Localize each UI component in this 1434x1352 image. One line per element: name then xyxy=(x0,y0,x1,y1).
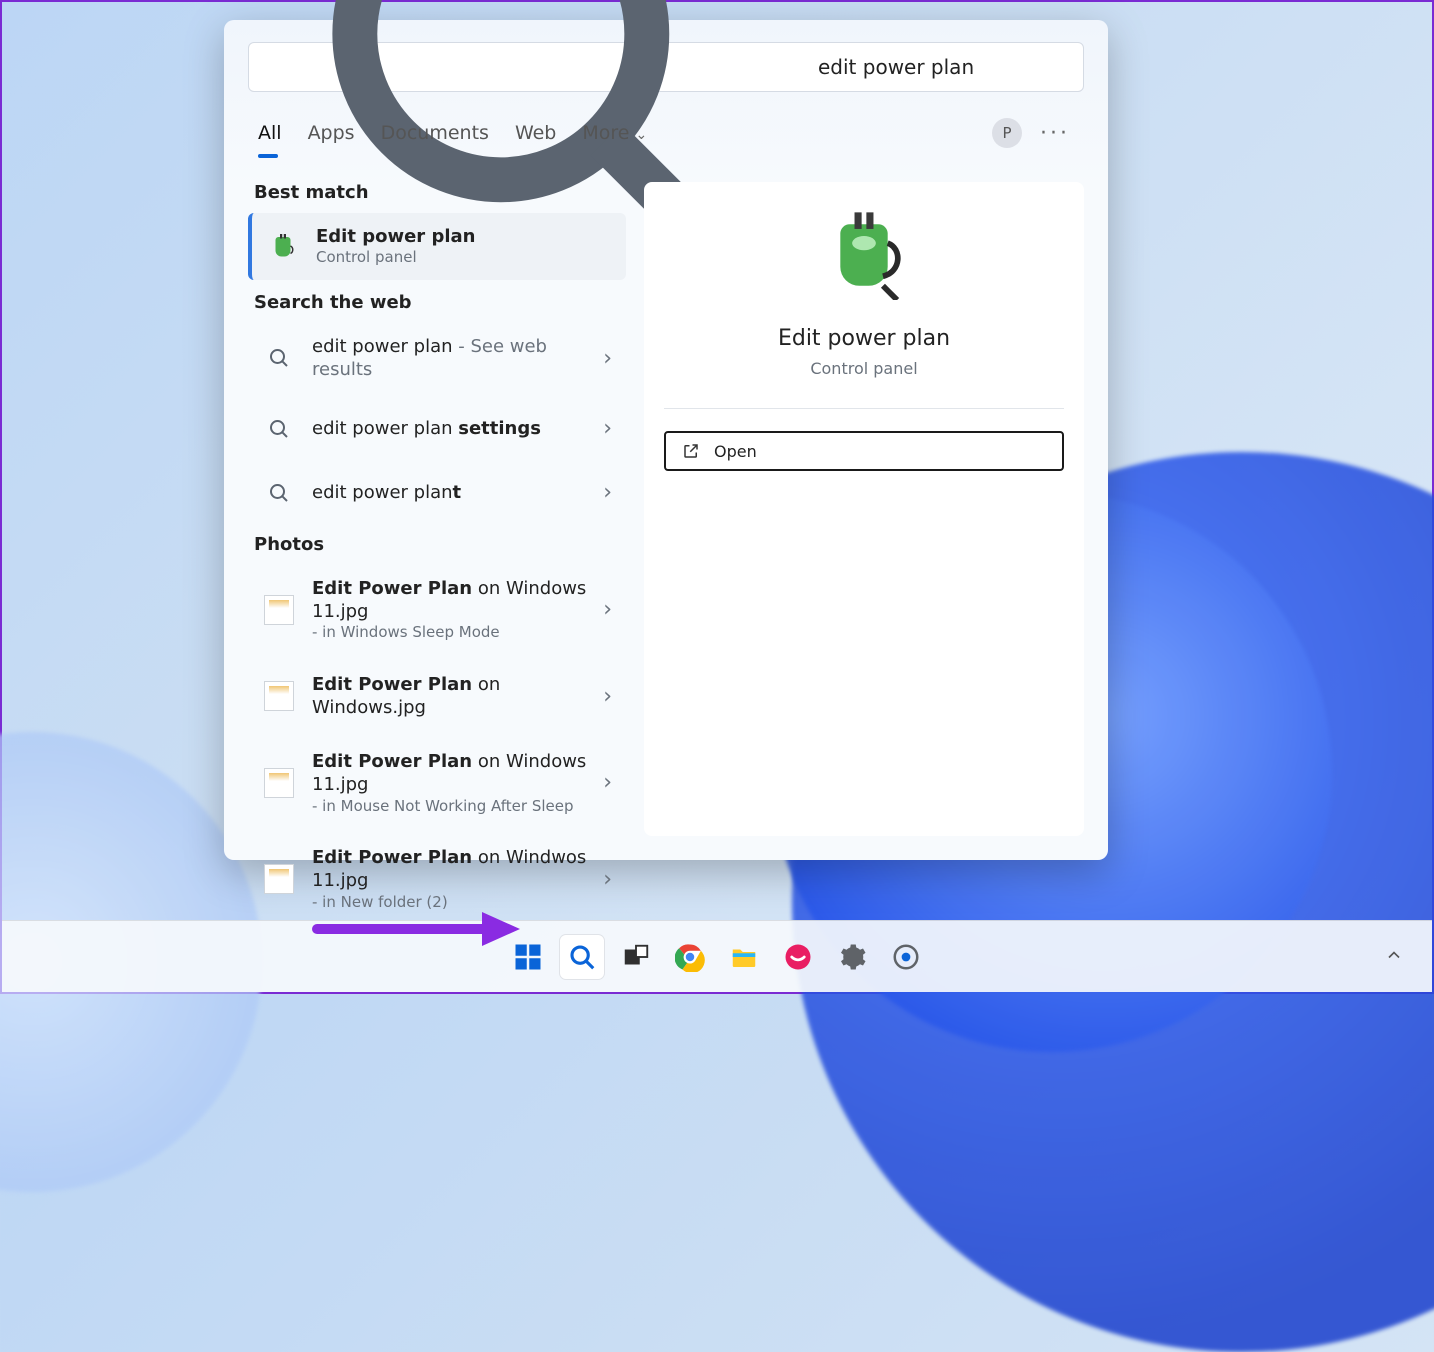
chevron-right-icon xyxy=(603,480,612,505)
tab-more-label: More xyxy=(582,122,629,144)
power-plan-icon xyxy=(266,229,300,263)
photo-result[interactable]: Edit Power Plan on Windows 11.jpg- in Mo… xyxy=(248,738,626,828)
divider xyxy=(664,408,1064,409)
open-button[interactable]: Open xyxy=(664,431,1064,471)
result-text: edit power plan xyxy=(312,418,458,439)
chevron-right-icon xyxy=(603,346,612,371)
result-text: edit power plan xyxy=(312,336,453,357)
photo-result[interactable]: Edit Power Plan on Windows 11.jpg- in Wi… xyxy=(248,565,626,655)
chevron-right-icon xyxy=(603,770,612,795)
chevron-down-icon: ⌄ xyxy=(636,127,648,143)
search-box[interactable] xyxy=(248,42,1084,92)
tab-documents[interactable]: Documents xyxy=(381,122,489,144)
taskbar xyxy=(2,920,1432,992)
image-thumb-icon xyxy=(262,862,296,896)
best-match-subtitle: Control panel xyxy=(316,248,612,268)
chrome-icon[interactable] xyxy=(668,935,712,979)
chevron-right-icon xyxy=(603,416,612,441)
section-photos: Photos xyxy=(248,534,626,559)
search-icon xyxy=(262,412,296,446)
image-thumb-icon xyxy=(262,593,296,627)
start-button[interactable] xyxy=(506,935,550,979)
section-web: Search the web xyxy=(248,292,626,317)
more-options-button[interactable]: ··· xyxy=(1036,121,1074,146)
filter-tabs: All Apps Documents Web More ⌄ P ··· xyxy=(224,92,1108,154)
web-result[interactable]: edit power plan - See web results xyxy=(248,323,626,394)
settings-icon[interactable] xyxy=(830,935,874,979)
detail-subtitle: Control panel xyxy=(810,359,917,378)
detail-title: Edit power plan xyxy=(778,326,950,351)
detail-panel: Edit power plan Control panel Open xyxy=(644,182,1084,836)
best-match-title: Edit power plan xyxy=(316,226,475,247)
image-thumb-icon xyxy=(262,679,296,713)
open-button-label: Open xyxy=(714,442,757,461)
best-match-result[interactable]: Edit power plan Control panel xyxy=(248,213,626,280)
tab-more[interactable]: More ⌄ xyxy=(582,122,647,144)
image-thumb-icon xyxy=(262,766,296,800)
web-result[interactable]: edit power plan settings xyxy=(248,400,626,458)
search-icon xyxy=(262,341,296,375)
file-explorer-icon[interactable] xyxy=(722,935,766,979)
start-search-panel: All Apps Documents Web More ⌄ P ··· Best… xyxy=(224,20,1108,860)
results-column: Best match Edit power plan Control panel… xyxy=(248,182,626,836)
section-best-match: Best match xyxy=(248,182,626,207)
photo-result[interactable]: Edit Power Plan on Windows.jpg xyxy=(248,661,626,732)
show-hidden-icons[interactable] xyxy=(1384,945,1404,969)
chevron-right-icon xyxy=(603,684,612,709)
web-result[interactable]: edit power plant xyxy=(248,464,626,522)
power-plan-icon-large xyxy=(819,210,909,304)
open-external-icon xyxy=(682,442,700,460)
photo-result[interactable]: Edit Power Plan on Windwos 11.jpg- in Ne… xyxy=(248,834,626,924)
chevron-right-icon xyxy=(603,597,612,622)
tab-all[interactable]: All xyxy=(258,122,282,144)
app-icon[interactable] xyxy=(776,935,820,979)
tab-web[interactable]: Web xyxy=(515,122,556,144)
chevron-right-icon xyxy=(603,867,612,892)
account-avatar[interactable]: P xyxy=(992,118,1022,148)
search-icon xyxy=(262,476,296,510)
search-input[interactable] xyxy=(818,55,1067,79)
app-icon[interactable] xyxy=(884,935,928,979)
taskbar-search-button[interactable] xyxy=(560,935,604,979)
task-view-button[interactable] xyxy=(614,935,658,979)
tab-apps[interactable]: Apps xyxy=(308,122,355,144)
result-text: edit power plan xyxy=(312,482,453,503)
